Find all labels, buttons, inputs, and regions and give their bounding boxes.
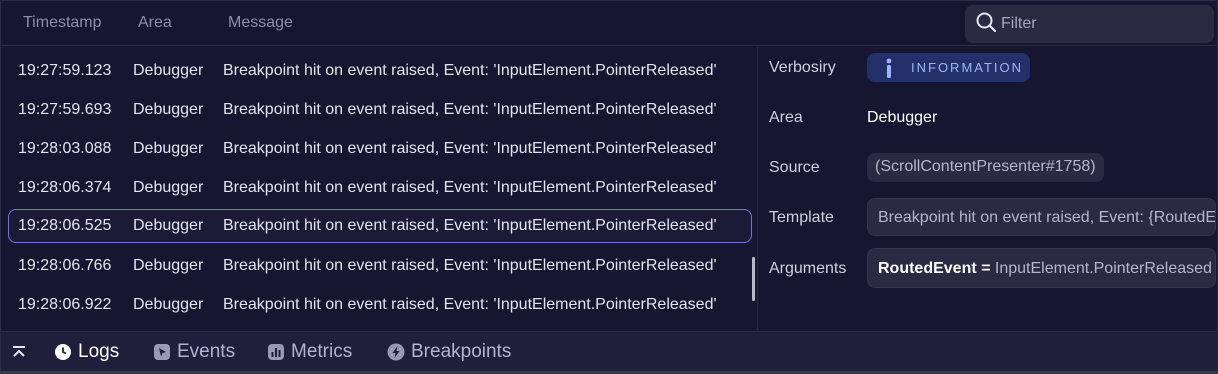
tab-metrics[interactable]: Metrics bbox=[267, 341, 352, 363]
log-list[interactable]: 19:27:59.123 Debugger Breakpoint hit on … bbox=[1, 47, 758, 330]
filter-box[interactable] bbox=[965, 5, 1214, 43]
log-message: Breakpoint hit on event raised, Event: '… bbox=[223, 179, 717, 196]
arguments-label: Arguments bbox=[769, 260, 847, 277]
log-area: Debugger bbox=[133, 257, 204, 274]
tab-logs-label: Logs bbox=[78, 341, 120, 362]
log-area: Debugger bbox=[133, 140, 204, 157]
log-row[interactable]: 19:28:03.088 Debugger Breakpoint hit on … bbox=[8, 132, 752, 166]
column-header-timestamp[interactable]: Timestamp bbox=[23, 14, 102, 32]
log-timestamp: 19:28:06.766 bbox=[18, 257, 112, 274]
area-value: Debugger bbox=[867, 109, 938, 126]
pointer-icon bbox=[153, 343, 171, 361]
collapse-panel-icon[interactable] bbox=[11, 345, 27, 364]
tab-metrics-label: Metrics bbox=[291, 341, 353, 362]
filter-input[interactable] bbox=[1001, 15, 1201, 33]
log-timestamp: 19:28:03.088 bbox=[18, 140, 112, 157]
log-area: Debugger bbox=[133, 101, 204, 118]
log-row[interactable]: 19:28:06.374 Debugger Breakpoint hit on … bbox=[8, 171, 752, 205]
argument-value: InputElement.PointerReleased bbox=[994, 260, 1212, 277]
lightning-icon bbox=[387, 343, 405, 361]
devtools-window: Timestamp Area Message 19:27:59.123 Debu… bbox=[0, 0, 1218, 371]
log-area: Debugger bbox=[133, 179, 204, 196]
verbosity-badge: INFORMATION bbox=[867, 53, 1030, 82]
log-timestamp: 19:27:59.123 bbox=[18, 62, 112, 79]
log-row[interactable]: 19:27:59.693 Debugger Breakpoint hit on … bbox=[8, 93, 752, 127]
argument-equals: = bbox=[976, 260, 995, 277]
tab-breakpoints-label: Breakpoints bbox=[411, 341, 512, 362]
template-label: Template bbox=[769, 209, 834, 226]
source-label: Source bbox=[769, 159, 820, 176]
log-row[interactable]: 19:28:06.922 Debugger Breakpoint hit on … bbox=[8, 288, 752, 322]
arguments-field[interactable]: RoutedEvent = InputElement.PointerReleas… bbox=[867, 248, 1216, 288]
log-timestamp: 19:28:06.525 bbox=[18, 217, 112, 234]
column-header-message[interactable]: Message bbox=[228, 14, 293, 32]
log-timestamp: 19:27:59.693 bbox=[18, 101, 112, 118]
search-icon bbox=[975, 11, 997, 38]
area-label: Area bbox=[769, 109, 803, 126]
log-detail-panel: Verbosiry INFORMATION Area Debugger Sour… bbox=[759, 47, 1217, 330]
log-message: Breakpoint hit on event raised, Event: '… bbox=[223, 140, 717, 157]
log-row[interactable]: 19:27:59.123 Debugger Breakpoint hit on … bbox=[8, 54, 752, 88]
tab-logs[interactable]: Logs bbox=[54, 341, 119, 363]
log-message: Breakpoint hit on event raised, Event: '… bbox=[223, 62, 717, 79]
log-area: Debugger bbox=[133, 217, 204, 234]
column-header-area[interactable]: Area bbox=[138, 14, 172, 32]
log-area: Debugger bbox=[133, 296, 204, 313]
verbosity-label: Verbosiry bbox=[769, 59, 836, 76]
tab-events[interactable]: Events bbox=[153, 341, 235, 363]
template-value: Breakpoint hit on event raised, Event: {… bbox=[878, 209, 1216, 226]
verbosity-value: INFORMATION bbox=[911, 60, 1024, 75]
info-icon bbox=[879, 58, 899, 78]
log-table-header: Timestamp Area Message bbox=[1, 1, 1217, 46]
log-message: Breakpoint hit on event raised, Event: '… bbox=[223, 101, 717, 118]
log-list-scrollbar[interactable] bbox=[752, 257, 755, 301]
clock-icon bbox=[54, 343, 72, 361]
template-value-field[interactable]: Breakpoint hit on event raised, Event: {… bbox=[867, 198, 1216, 236]
log-message: Breakpoint hit on event raised, Event: '… bbox=[223, 217, 717, 234]
log-area: Debugger bbox=[133, 62, 204, 79]
argument-name: RoutedEvent bbox=[878, 260, 977, 277]
bar-chart-icon bbox=[267, 343, 285, 361]
tab-breakpoints[interactable]: Breakpoints bbox=[387, 341, 511, 363]
log-timestamp: 19:28:06.374 bbox=[18, 179, 112, 196]
log-timestamp: 19:28:06.922 bbox=[18, 296, 112, 313]
tab-events-label: Events bbox=[177, 341, 236, 362]
bottom-tab-bar: Logs Events Metrics Breakpoints bbox=[1, 331, 1217, 371]
log-message: Breakpoint hit on event raised, Event: '… bbox=[223, 257, 717, 274]
log-row[interactable]: 19:28:06.766 Debugger Breakpoint hit on … bbox=[8, 249, 752, 283]
source-value[interactable]: (ScrollContentPresenter#1758) bbox=[867, 153, 1104, 182]
log-row-selected[interactable]: 19:28:06.525 Debugger Breakpoint hit on … bbox=[8, 209, 752, 243]
log-message: Breakpoint hit on event raised, Event: '… bbox=[223, 296, 717, 313]
